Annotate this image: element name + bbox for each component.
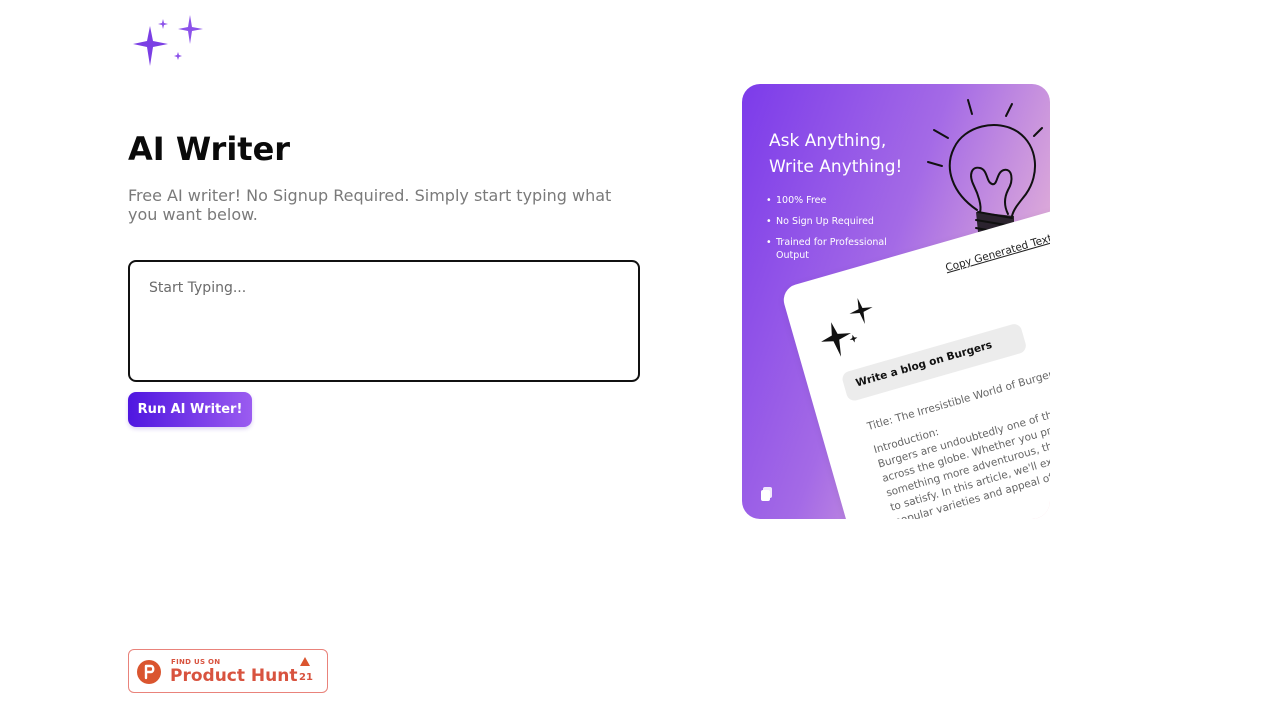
run-ai-writer-button[interactable]: Run AI Writer! <box>128 392 252 427</box>
feature-list: 100% Free No Sign Up Required Trained fo… <box>766 194 896 270</box>
sparkles-icon <box>821 297 873 357</box>
product-hunt-logo-icon <box>137 660 161 684</box>
upvote-triangle-icon <box>300 657 310 666</box>
promo-card: Ask Anything, Write Anything! 100% Free … <box>742 84 1050 519</box>
ph-name: Product Hunt <box>170 666 298 686</box>
feature-item: Trained for Professional Output <box>766 236 896 262</box>
page-subtitle: Free AI writer! No Signup Required. Simp… <box>128 186 612 224</box>
feature-item: No Sign Up Required <box>766 215 896 228</box>
feature-item: 100% Free <box>766 194 896 207</box>
ph-upvote-count: 21 <box>299 672 313 683</box>
clipboard-icon <box>761 487 772 501</box>
prompt-input[interactable] <box>128 260 640 382</box>
page-title: AI Writer <box>128 130 291 168</box>
sparkles-logo-icon <box>133 15 203 66</box>
product-hunt-badge[interactable]: FIND US ON Product Hunt 21 <box>128 649 328 693</box>
ph-find-us-label: FIND US ON <box>171 658 221 666</box>
copy-generated-text-link: Copy Generated Text <box>944 232 1050 275</box>
